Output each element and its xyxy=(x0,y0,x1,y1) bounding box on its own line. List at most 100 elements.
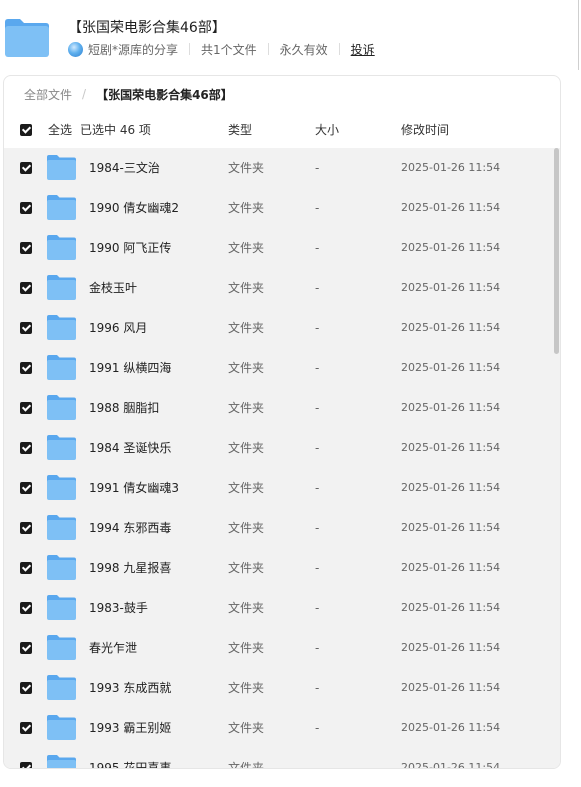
file-row[interactable]: 1988 胭脂扣 文件夹 - 2025-01-26 11:54 xyxy=(4,388,560,428)
file-row[interactable]: 1990 倩女幽魂2 文件夹 - 2025-01-26 11:54 xyxy=(4,188,560,228)
file-name[interactable]: 1998 九星报喜 xyxy=(89,548,171,588)
file-modified: 2025-01-26 11:54 xyxy=(401,321,501,334)
file-size: - xyxy=(315,441,320,455)
file-row[interactable]: 1990 阿飞正传 文件夹 - 2025-01-26 11:54 xyxy=(4,228,560,268)
column-modified[interactable]: 修改时间 xyxy=(401,112,449,148)
row-checkbox[interactable] xyxy=(20,402,32,414)
file-name[interactable]: 1995 花田喜事 xyxy=(89,748,171,768)
file-row[interactable]: 1984-三文治 文件夹 - 2025-01-26 11:54 xyxy=(4,148,560,188)
divider xyxy=(267,43,269,55)
file-type: 文件夹 xyxy=(228,321,265,335)
row-checkbox[interactable] xyxy=(20,522,32,534)
file-name[interactable]: 1990 阿飞正传 xyxy=(89,228,171,268)
folder-icon xyxy=(47,155,76,180)
validity: 永久有效 xyxy=(279,42,328,57)
file-row[interactable]: 金枝玉叶 文件夹 - 2025-01-26 11:54 xyxy=(4,268,560,308)
file-modified: 2025-01-26 11:54 xyxy=(401,561,501,574)
file-name[interactable]: 金枝玉叶 xyxy=(89,268,137,308)
file-type: 文件夹 xyxy=(228,281,265,295)
folder-icon xyxy=(47,755,76,768)
column-type[interactable]: 类型 xyxy=(228,112,252,148)
file-modified: 2025-01-26 11:54 xyxy=(401,361,501,374)
column-size[interactable]: 大小 xyxy=(315,112,339,148)
breadcrumb-current: 【张国荣电影合集46部】 xyxy=(96,87,233,102)
window-edge xyxy=(578,0,579,70)
file-name[interactable]: 1990 倩女幽魂2 xyxy=(89,188,179,228)
file-type: 文件夹 xyxy=(228,241,265,255)
file-name[interactable]: 1994 东邪西毒 xyxy=(89,508,171,548)
row-checkbox[interactable] xyxy=(20,482,32,494)
folder-icon xyxy=(47,515,76,540)
file-size: - xyxy=(315,281,320,295)
file-name[interactable]: 1991 倩女幽魂3 xyxy=(89,468,179,508)
file-name[interactable]: 1991 纵横四海 xyxy=(89,348,171,388)
selected-count: 已选中 46 项 xyxy=(80,123,151,137)
folder-icon xyxy=(47,195,76,220)
file-row[interactable]: 1991 纵横四海 文件夹 - 2025-01-26 11:54 xyxy=(4,348,560,388)
row-checkbox[interactable] xyxy=(20,442,32,454)
file-modified: 2025-01-26 11:54 xyxy=(401,401,501,414)
select-all-checkbox[interactable] xyxy=(20,124,32,136)
folder-icon xyxy=(5,19,49,57)
file-name[interactable]: 1984 圣诞快乐 xyxy=(89,428,171,468)
file-name[interactable]: 1993 霸王别姬 xyxy=(89,708,171,748)
divider xyxy=(338,43,340,55)
file-name[interactable]: 1996 风月 xyxy=(89,308,147,348)
row-checkbox[interactable] xyxy=(20,282,32,294)
file-row[interactable]: 春光乍泄 文件夹 - 2025-01-26 11:54 xyxy=(4,628,560,668)
row-checkbox[interactable] xyxy=(20,362,32,374)
folder-icon xyxy=(47,395,76,420)
file-type: 文件夹 xyxy=(228,601,265,615)
breadcrumb-root[interactable]: 全部文件 xyxy=(24,86,72,103)
scrollbar[interactable] xyxy=(554,148,559,354)
file-row[interactable]: 1998 九星报喜 文件夹 - 2025-01-26 11:54 xyxy=(4,548,560,588)
row-checkbox[interactable] xyxy=(20,762,32,768)
file-row[interactable]: 1984 圣诞快乐 文件夹 - 2025-01-26 11:54 xyxy=(4,428,560,468)
file-size: - xyxy=(315,641,320,655)
file-type: 文件夹 xyxy=(228,521,265,535)
row-checkbox[interactable] xyxy=(20,602,32,614)
file-name[interactable]: 1993 东成西就 xyxy=(89,668,171,708)
file-modified: 2025-01-26 11:54 xyxy=(401,201,501,214)
file-row[interactable]: 1995 花田喜事 文件夹 - 2025-01-26 11:54 xyxy=(4,748,560,768)
row-checkbox[interactable] xyxy=(20,722,32,734)
row-checkbox[interactable] xyxy=(20,162,32,174)
file-row[interactable]: 1996 风月 文件夹 - 2025-01-26 11:54 xyxy=(4,308,560,348)
table-header: 全选 已选中 46 项 类型 大小 修改时间 xyxy=(4,112,560,148)
share-header: 【张国荣电影合集46部】 短剧*源库的分享 共1个文件 永久有效 投诉 xyxy=(0,0,581,75)
file-row[interactable]: 1993 东成西就 文件夹 - 2025-01-26 11:54 xyxy=(4,668,560,708)
file-row[interactable]: 1994 东邪西毒 文件夹 - 2025-01-26 11:54 xyxy=(4,508,560,548)
row-checkbox[interactable] xyxy=(20,562,32,574)
file-name[interactable]: 1988 胭脂扣 xyxy=(89,388,159,428)
breadcrumb: 全部文件 / 【张国荣电影合集46部】 xyxy=(4,76,560,112)
folder-icon xyxy=(47,355,76,380)
row-checkbox[interactable] xyxy=(20,682,32,694)
folder-icon xyxy=(47,475,76,500)
file-size: - xyxy=(315,601,320,615)
file-list[interactable]: 1995 花田喜事 文件夹 -2025-01-26 11:54 1993 霸王别姬 文件… xyxy=(4,148,560,768)
file-type: 文件夹 xyxy=(228,641,265,655)
row-checkbox[interactable] xyxy=(20,202,32,214)
file-row[interactable]: 1991 倩女幽魂3 文件夹 - 2025-01-26 11:54 xyxy=(4,468,560,508)
file-modified: 2025-01-26 11:54 xyxy=(401,601,501,614)
file-type: 文件夹 xyxy=(228,481,265,495)
folder-icon xyxy=(47,435,76,460)
file-name[interactable]: 春光乍泄 xyxy=(89,628,137,668)
file-row[interactable]: 1983-鼓手 文件夹 - 2025-01-26 11:54 xyxy=(4,588,560,628)
file-name[interactable]: 1983-鼓手 xyxy=(89,588,148,628)
row-checkbox[interactable] xyxy=(20,242,32,254)
file-modified: 2025-01-26 11:54 xyxy=(401,681,501,694)
divider xyxy=(189,43,191,55)
file-modified: 2025-01-26 11:54 xyxy=(401,241,501,254)
share-title: 【张国荣电影合集46部】 xyxy=(68,20,226,36)
row-checkbox[interactable] xyxy=(20,322,32,334)
row-checkbox[interactable] xyxy=(20,642,32,654)
sharer-name: 短剧*源库的分享 xyxy=(88,42,179,57)
file-name[interactable]: 1984-三文治 xyxy=(89,148,160,188)
report-link[interactable]: 投诉 xyxy=(351,41,375,58)
file-type: 文件夹 xyxy=(228,161,265,175)
file-row[interactable]: 1993 霸王别姬 文件夹 - 2025-01-26 11:54 xyxy=(4,708,560,748)
folder-icon xyxy=(47,555,76,580)
file-modified: 2025-01-26 11:54 xyxy=(401,441,501,454)
select-all-label[interactable]: 全选 xyxy=(48,112,72,148)
